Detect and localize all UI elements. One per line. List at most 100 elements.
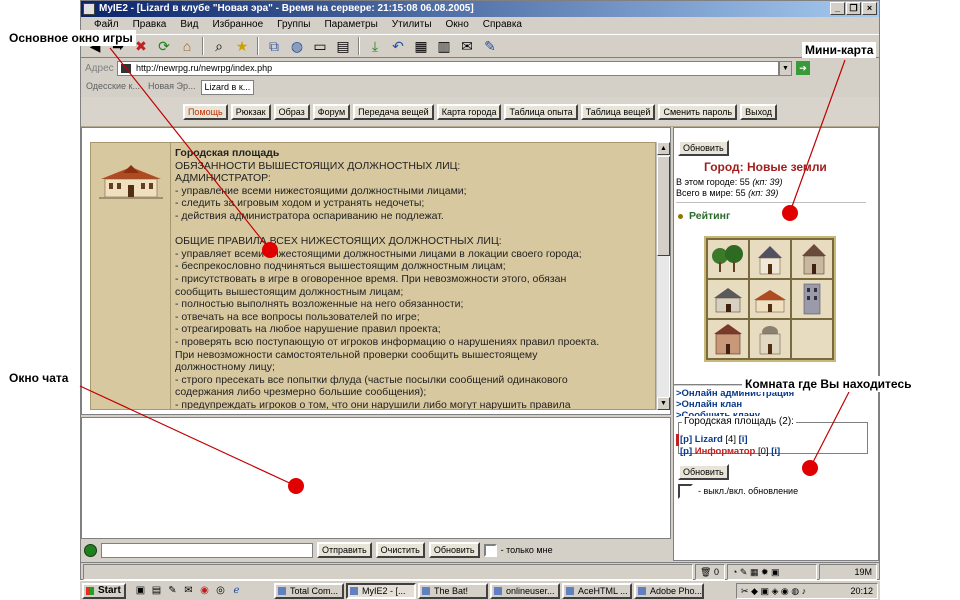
minimap-cell-tower[interactable] bbox=[792, 280, 832, 318]
character-button[interactable]: Образ bbox=[273, 103, 310, 120]
minimap-cell-forge[interactable] bbox=[708, 280, 748, 318]
text-line: - действия администратора оспариванию не… bbox=[175, 209, 444, 222]
side-refresh-button[interactable]: Обновить bbox=[678, 140, 729, 156]
undo-icon[interactable]: ↶ bbox=[388, 36, 408, 56]
columns-icon[interactable]: ▥ bbox=[434, 36, 454, 56]
toolbar-separator bbox=[257, 37, 259, 55]
menu-help[interactable]: Справка bbox=[476, 17, 529, 33]
task-myie2[interactable]: MyIE2 - [... bbox=[346, 583, 416, 599]
close-button[interactable]: × bbox=[862, 2, 877, 15]
minimap-cell-temple[interactable] bbox=[750, 320, 790, 358]
only-me-checkbox[interactable] bbox=[483, 543, 497, 557]
room-refresh-button[interactable]: Обновить bbox=[678, 464, 729, 480]
minimize-button[interactable]: _ bbox=[830, 2, 845, 15]
address-label: Адрес bbox=[85, 62, 114, 74]
backpack-button[interactable]: Рюкзак bbox=[230, 103, 271, 120]
go-icon[interactable]: ➔ bbox=[796, 61, 810, 75]
text-line: - присутствовать в игре в оговоренное вр… bbox=[175, 272, 567, 285]
groups-icon[interactable]: ⧉ bbox=[264, 36, 284, 56]
send-button[interactable]: Отправить bbox=[317, 542, 372, 558]
maximize-button[interactable]: ❐ bbox=[846, 2, 861, 15]
main-marker bbox=[262, 242, 278, 258]
home-icon[interactable]: ⌂ bbox=[177, 36, 197, 56]
globe-icon[interactable]: ◍ bbox=[287, 36, 307, 56]
logout-button[interactable]: Выход bbox=[740, 103, 778, 120]
minimap-cell-empty[interactable] bbox=[792, 320, 832, 358]
menu-favorites[interactable]: Избранное bbox=[205, 17, 270, 33]
player-info[interactable]: [i] bbox=[771, 446, 780, 457]
minimap-cell-church[interactable] bbox=[750, 240, 790, 278]
address-url: http://newrpg.ru/newrpg/index.php bbox=[136, 62, 273, 73]
tab-new-era[interactable]: Новая Эр... bbox=[145, 80, 199, 95]
save-icon[interactable]: ▤ bbox=[150, 584, 163, 597]
smiley-icon[interactable] bbox=[84, 543, 97, 557]
title-bar: MyIE2 - [Lizard в клубе "Новая эра" - Вр… bbox=[81, 1, 879, 17]
experience-table-button[interactable]: Таблица опыта bbox=[504, 103, 578, 120]
ie-icon[interactable]: ℯ bbox=[230, 584, 243, 597]
opera-icon[interactable]: ◉ bbox=[198, 584, 211, 597]
items-table-button[interactable]: Таблица вещей bbox=[580, 103, 656, 120]
chat-input[interactable] bbox=[101, 542, 313, 558]
city-name: Город: Новые земли bbox=[704, 160, 827, 174]
scroll-thumb[interactable] bbox=[657, 156, 670, 256]
address-dropdown[interactable]: ▼ bbox=[779, 60, 792, 76]
minimap-annotation: Мини-карта bbox=[802, 42, 877, 58]
minimap-cell-town-hall[interactable] bbox=[750, 280, 790, 318]
online-clan-link[interactable]: >Онлайн клан bbox=[676, 399, 742, 410]
favorites-icon[interactable]: ★ bbox=[232, 36, 252, 56]
media-icon[interactable]: ◎ bbox=[214, 584, 227, 597]
desktop-icon[interactable]: ▣ bbox=[134, 584, 147, 597]
player-name[interactable]: Lizard bbox=[695, 434, 723, 445]
grid-icon[interactable]: ▦ bbox=[411, 36, 431, 56]
tab-lizard[interactable]: Lizard в к... bbox=[200, 80, 255, 95]
text-line: ОБЯЗАННОСТИ ВЫШЕСТОЯЩИХ ДОЛЖНОСТНЫХ ЛИЦ: bbox=[175, 159, 461, 172]
city-map-button[interactable]: Карта города bbox=[436, 103, 502, 120]
rating-link[interactable]: Рейтинг bbox=[678, 210, 730, 222]
refresh-icon[interactable]: ⟳ bbox=[154, 36, 174, 56]
player-info[interactable]: [i] bbox=[739, 434, 748, 445]
help-button[interactable]: Помощь bbox=[182, 103, 228, 120]
window-icon[interactable]: ▭ bbox=[310, 36, 330, 56]
world-population: Всего в мире: 55 (кп: 39) bbox=[676, 188, 778, 198]
player-name[interactable]: Информатор bbox=[695, 446, 756, 457]
menu-view[interactable]: Вид bbox=[173, 17, 205, 33]
minimap-cell-inn[interactable] bbox=[708, 320, 748, 358]
cards-icon[interactable]: ▤ bbox=[333, 36, 353, 56]
menu-window[interactable]: Окно bbox=[439, 17, 476, 33]
rules-text: Городская площадь ОБЯЗАННОСТИ ВЫШЕСТОЯЩИ… bbox=[175, 147, 653, 409]
chat-refresh-button[interactable]: Обновить bbox=[428, 542, 480, 558]
address-input[interactable]: http://newrpg.ru/newrpg/index.php bbox=[117, 60, 779, 76]
scroll-up-icon[interactable]: ▲ bbox=[657, 142, 670, 155]
window-controls: _ ❐ × bbox=[830, 2, 877, 15]
menu-options[interactable]: Параметры bbox=[317, 17, 384, 33]
task-total-commander[interactable]: Total Com... bbox=[274, 583, 344, 599]
task-the-bat[interactable]: The Bat! bbox=[418, 583, 488, 599]
player-tag[interactable]: [p] bbox=[680, 446, 692, 457]
change-password-button[interactable]: Сменить пароль bbox=[658, 103, 738, 120]
task-onlineuser[interactable]: onlineuser... bbox=[490, 583, 560, 599]
menu-groups[interactable]: Группы bbox=[270, 17, 317, 33]
main-scrollbar[interactable]: ▲ ▼ bbox=[656, 142, 670, 410]
task-acehtml[interactable]: AceHTML ... bbox=[562, 583, 632, 599]
mail-quick-icon[interactable]: ✉ bbox=[182, 584, 195, 597]
tab-odessa[interactable]: Одесские к... bbox=[83, 80, 143, 95]
player-row: [p] Lizard [4] [i] bbox=[680, 434, 748, 445]
player-tag[interactable]: [p] bbox=[680, 434, 692, 445]
auto-update-checkbox[interactable] bbox=[678, 484, 693, 499]
menu-tools[interactable]: Утилиты bbox=[385, 17, 439, 33]
scroll-down-icon[interactable]: ▼ bbox=[657, 397, 670, 410]
minimap-cell-house[interactable] bbox=[792, 240, 832, 278]
edit-icon[interactable]: ✎ bbox=[480, 36, 500, 56]
transfer-items-button[interactable]: Передача вещей bbox=[353, 103, 434, 120]
chat-window[interactable] bbox=[81, 417, 671, 539]
minimap-cell-trees[interactable] bbox=[708, 240, 748, 278]
trash-icon: 🗑 bbox=[700, 566, 712, 577]
quill-icon[interactable]: ✎ bbox=[166, 584, 179, 597]
search-icon[interactable]: ⌕ bbox=[209, 36, 229, 56]
task-photoshop[interactable]: Adobe Pho... bbox=[634, 583, 704, 599]
start-button[interactable]: Start bbox=[82, 583, 126, 599]
forum-button[interactable]: Форум bbox=[312, 103, 351, 120]
download-icon[interactable]: ⤓ bbox=[365, 36, 385, 56]
clear-button[interactable]: Очистить bbox=[375, 542, 425, 558]
mail-icon[interactable]: ✉ bbox=[457, 36, 477, 56]
